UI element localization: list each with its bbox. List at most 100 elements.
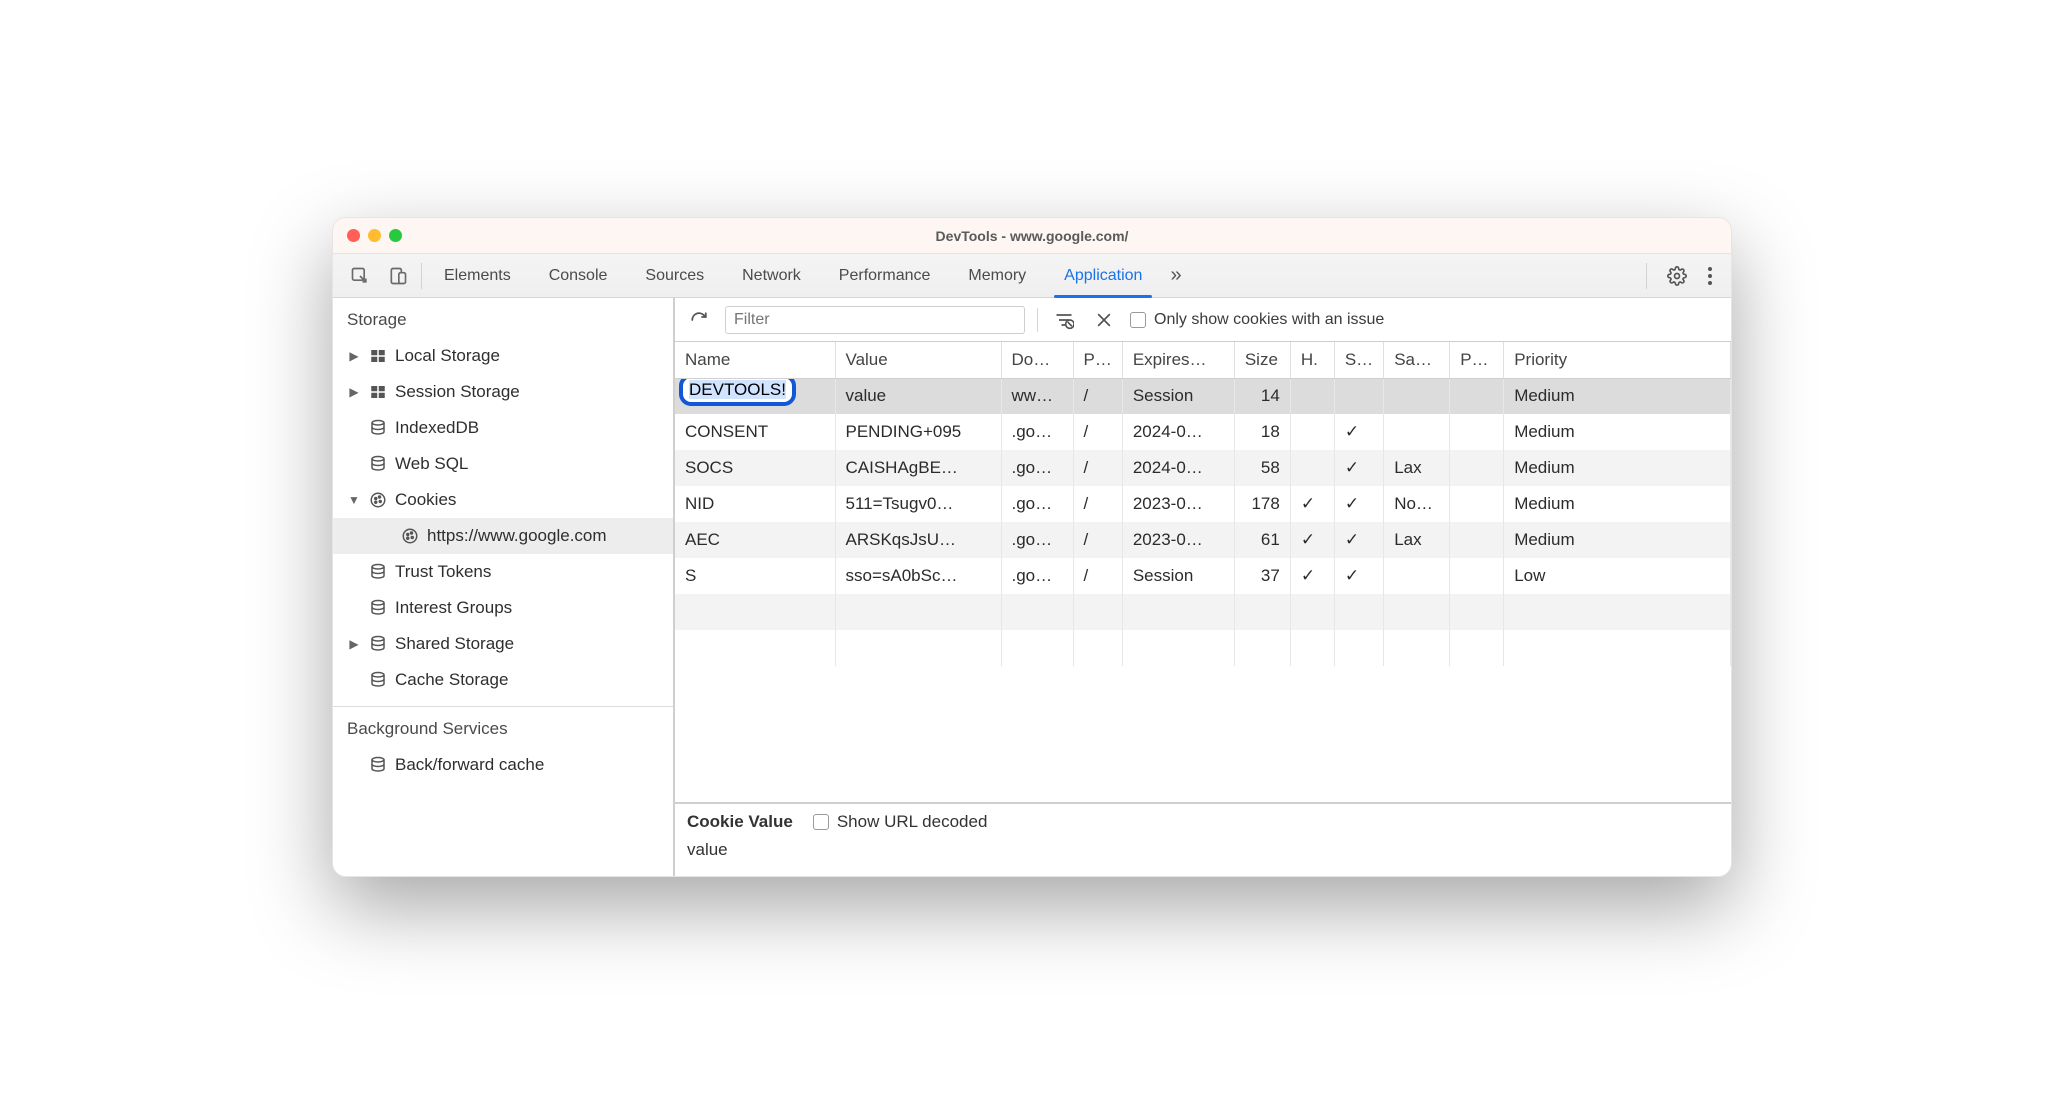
cell-samesite[interactable] [1384, 414, 1450, 450]
table-row[interactable]: NID511=Tsugv0….go…/2023-0…178✓✓No…Medium [675, 486, 1731, 522]
column-header[interactable]: Name [675, 342, 835, 378]
sidebar-item-session-storage[interactable]: ▶Session Storage [333, 374, 673, 410]
column-header[interactable]: Do… [1001, 342, 1073, 378]
cell-partition[interactable] [1450, 450, 1504, 486]
tab-application[interactable]: Application [1062, 254, 1144, 297]
cell-size[interactable]: 37 [1234, 558, 1290, 594]
cell-expires[interactable]: 2024-0… [1122, 414, 1234, 450]
cell-name[interactable]: SOCS [675, 450, 835, 486]
expand-arrow-icon[interactable]: ▶ [347, 637, 361, 651]
column-header[interactable]: P… [1450, 342, 1504, 378]
expand-arrow-icon[interactable]: ▶ [347, 385, 361, 399]
cell-size[interactable]: 178 [1234, 486, 1290, 522]
cell-path[interactable]: / [1073, 378, 1122, 414]
cell-domain[interactable]: .go… [1001, 414, 1073, 450]
cell-priority[interactable]: Medium [1504, 486, 1731, 522]
inspect-element-icon[interactable] [341, 266, 379, 286]
table-row[interactable]: SOCSCAISHAgBE….go…/2024-0…58✓LaxMedium [675, 450, 1731, 486]
table-row[interactable]: DEVTOOLS!valueww…/Session14Medium [675, 378, 1731, 414]
cell-value[interactable]: sso=sA0bSc… [835, 558, 1001, 594]
cell-size[interactable]: 14 [1234, 378, 1290, 414]
sidebar-item-cache-storage[interactable]: Cache Storage [333, 662, 673, 698]
cell-value[interactable]: value [835, 378, 1001, 414]
sidebar-item-shared-storage[interactable]: ▶Shared Storage [333, 626, 673, 662]
cell-priority[interactable]: Medium [1504, 378, 1731, 414]
cell-value[interactable]: ARSKqsJsU… [835, 522, 1001, 558]
expand-arrow-icon[interactable]: ▼ [347, 493, 361, 507]
cell-size[interactable]: 58 [1234, 450, 1290, 486]
tab-elements[interactable]: Elements [442, 254, 513, 297]
cell-http[interactable] [1290, 414, 1334, 450]
cell-secure[interactable] [1334, 378, 1383, 414]
cell-domain[interactable]: .go… [1001, 486, 1073, 522]
cell-partition[interactable] [1450, 486, 1504, 522]
sidebar-item-web-sql[interactable]: Web SQL [333, 446, 673, 482]
cell-domain[interactable]: ww… [1001, 378, 1073, 414]
cell-http[interactable]: ✓ [1290, 558, 1334, 594]
cell-expires[interactable]: 2024-0… [1122, 450, 1234, 486]
column-header[interactable]: Priority [1504, 342, 1731, 378]
cell-http[interactable]: ✓ [1290, 486, 1334, 522]
cell-secure[interactable]: ✓ [1334, 486, 1383, 522]
sidebar-item-interest-groups[interactable]: Interest Groups [333, 590, 673, 626]
cell-domain[interactable]: .go… [1001, 522, 1073, 558]
clear-all-button[interactable] [1090, 306, 1118, 334]
cell-secure[interactable]: ✓ [1334, 558, 1383, 594]
cell-samesite[interactable] [1384, 378, 1450, 414]
maximize-window-button[interactable] [389, 229, 402, 242]
cell-name[interactable]: NID [675, 486, 835, 522]
only-issue-checkbox[interactable]: Only show cookies with an issue [1130, 311, 1384, 329]
expand-arrow-icon[interactable]: ▶ [347, 349, 361, 363]
sidebar-item-trust-tokens[interactable]: Trust Tokens [333, 554, 673, 590]
cell-priority[interactable]: Medium [1504, 450, 1731, 486]
sidebar-item-https-www-google-com[interactable]: https://www.google.com [333, 518, 673, 554]
close-window-button[interactable] [347, 229, 360, 242]
cell-domain[interactable]: .go… [1001, 450, 1073, 486]
column-header[interactable]: Size [1234, 342, 1290, 378]
cell-path[interactable]: / [1073, 558, 1122, 594]
cell-samesite[interactable]: Lax [1384, 522, 1450, 558]
cell-path[interactable]: / [1073, 486, 1122, 522]
sidebar-item-back-forward-cache[interactable]: Back/forward cache [333, 747, 673, 783]
cell-name[interactable]: CONSENT [675, 414, 835, 450]
cell-priority[interactable]: Low [1504, 558, 1731, 594]
cell-path[interactable]: / [1073, 414, 1122, 450]
column-header[interactable]: Expires… [1122, 342, 1234, 378]
column-header[interactable]: Value [835, 342, 1001, 378]
cell-path[interactable]: / [1073, 522, 1122, 558]
cell-value[interactable]: CAISHAgBE… [835, 450, 1001, 486]
filter-input[interactable] [725, 306, 1025, 334]
refresh-button[interactable] [685, 306, 713, 334]
cell-name[interactable]: S [675, 558, 835, 594]
cell-http[interactable] [1290, 378, 1334, 414]
column-header[interactable]: H. [1290, 342, 1334, 378]
tab-network[interactable]: Network [740, 254, 803, 297]
tab-performance[interactable]: Performance [837, 254, 933, 297]
cell-samesite[interactable] [1384, 558, 1450, 594]
device-toolbar-icon[interactable] [379, 266, 417, 286]
cell-expires[interactable]: Session [1122, 378, 1234, 414]
cell-partition[interactable] [1450, 378, 1504, 414]
table-row[interactable]: AECARSKqsJsU….go…/2023-0…61✓✓LaxMedium [675, 522, 1731, 558]
cell-value[interactable]: PENDING+095 [835, 414, 1001, 450]
table-row[interactable]: CONSENTPENDING+095.go…/2024-0…18✓Medium [675, 414, 1731, 450]
cell-expires[interactable]: Session [1122, 558, 1234, 594]
cell-samesite[interactable]: Lax [1384, 450, 1450, 486]
tab-sources[interactable]: Sources [643, 254, 706, 297]
minimize-window-button[interactable] [368, 229, 381, 242]
table-row[interactable]: Ssso=sA0bSc….go…/Session37✓✓Low [675, 558, 1731, 594]
cell-secure[interactable]: ✓ [1334, 450, 1383, 486]
cell-http[interactable]: ✓ [1290, 522, 1334, 558]
cell-priority[interactable]: Medium [1504, 522, 1731, 558]
cell-http[interactable] [1290, 450, 1334, 486]
cell-partition[interactable] [1450, 558, 1504, 594]
cell-priority[interactable]: Medium [1504, 414, 1731, 450]
column-header[interactable]: S… [1334, 342, 1383, 378]
sidebar-item-local-storage[interactable]: ▶Local Storage [333, 338, 673, 374]
tabs-overflow-button[interactable]: » [1170, 264, 1181, 287]
cell-value[interactable]: 511=Tsugv0… [835, 486, 1001, 522]
cell-partition[interactable] [1450, 414, 1504, 450]
tab-console[interactable]: Console [547, 254, 610, 297]
cell-size[interactable]: 18 [1234, 414, 1290, 450]
cell-expires[interactable]: 2023-0… [1122, 522, 1234, 558]
